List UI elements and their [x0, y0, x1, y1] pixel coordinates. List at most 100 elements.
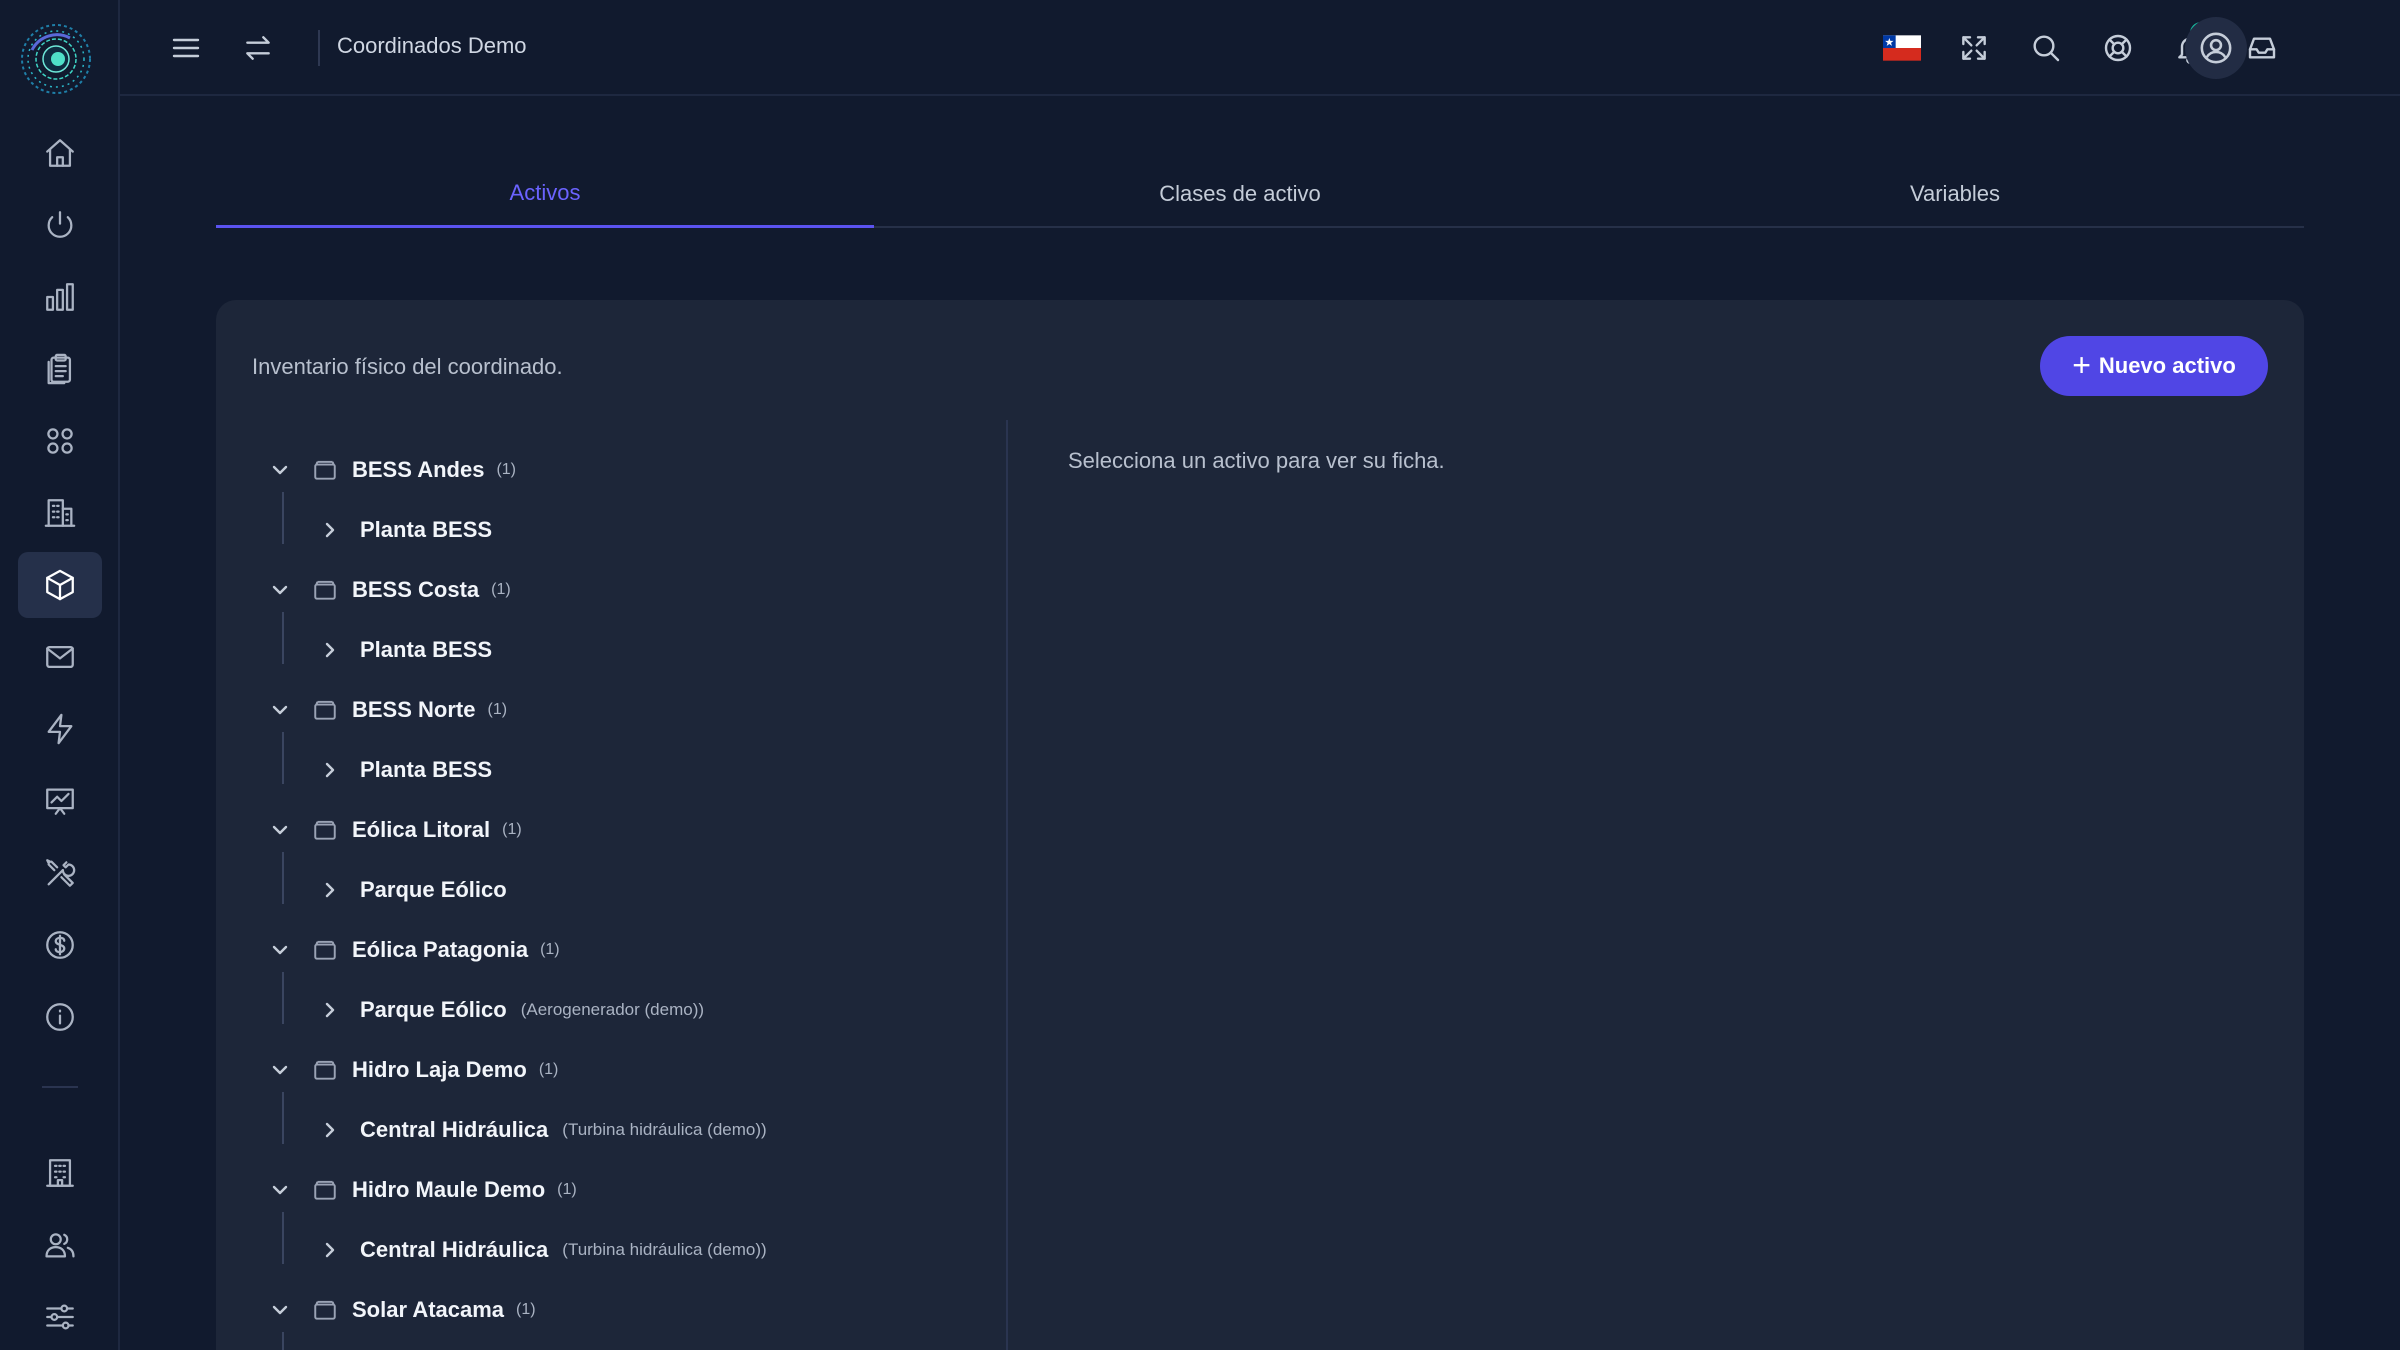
- tree-node-count: (1): [540, 941, 560, 958]
- plus-icon: +: [2072, 346, 2091, 383]
- nav-reports[interactable]: [18, 336, 102, 402]
- tree-node-parent[interactable]: BESS Costa (1): [268, 570, 511, 610]
- tree-child-class: (Aerogenerador (demo)): [520, 1000, 705, 1019]
- nav-buildings[interactable]: [18, 480, 102, 546]
- building-icon: [44, 499, 76, 527]
- chevron-down-icon[interactable]: [268, 1178, 298, 1202]
- tree-node-name: Hidro Maule Demo: [352, 1177, 546, 1202]
- search-button[interactable]: [2022, 24, 2070, 72]
- chevron-right-icon[interactable]: [318, 1118, 348, 1142]
- tree-node-count: (1): [557, 1181, 577, 1198]
- tree-node-count: (1): [491, 581, 511, 598]
- expand-icon: [1962, 36, 1986, 60]
- tree-node-parent[interactable]: Eólica Patagonia (1): [268, 930, 560, 970]
- help-button[interactable]: [2094, 24, 2142, 72]
- tab-activos[interactable]: Activos: [216, 160, 874, 228]
- chevron-down-icon[interactable]: [268, 938, 298, 962]
- chevron-right-icon[interactable]: [318, 998, 348, 1022]
- tree-guide-line: [282, 972, 284, 1024]
- presentation-chart-icon: [46, 788, 74, 815]
- hamburger-icon: [172, 38, 200, 58]
- tree-node-parent[interactable]: Hidro Maule Demo (1): [268, 1170, 577, 1210]
- nav-energy[interactable]: [18, 696, 102, 762]
- chevron-down-icon[interactable]: [268, 698, 298, 722]
- bar-chart-icon: [46, 283, 74, 311]
- tree-node-child[interactable]: Planta BESS: [318, 630, 492, 670]
- tree-child-name: Planta BESS: [360, 757, 493, 782]
- tree-node-child[interactable]: Central Hidráulica (Turbina hidráulica (d…: [318, 1110, 767, 1150]
- chevron-right-icon[interactable]: [318, 1238, 348, 1262]
- lifebuoy-icon: [2104, 34, 2132, 62]
- nav-info[interactable]: [18, 984, 102, 1050]
- chevron-down-icon[interactable]: [268, 818, 298, 842]
- tree-guide-line: [282, 612, 284, 664]
- tree-node-parent[interactable]: Solar Atacama (1): [268, 1290, 536, 1330]
- nav-apps[interactable]: [18, 408, 102, 474]
- tree-guide-line: [282, 1212, 284, 1264]
- tree-node-count: (1): [502, 821, 522, 838]
- app-logo-icon[interactable]: [18, 18, 94, 100]
- nav-tools[interactable]: [18, 840, 102, 906]
- tree-node-name: BESS Norte: [352, 697, 476, 722]
- asset-group-icon: [312, 817, 338, 843]
- page-title: Coordinados Demo: [337, 33, 527, 58]
- office-building-icon: [46, 1159, 74, 1187]
- nav-power[interactable]: [18, 192, 102, 258]
- nav-users[interactable]: [18, 1212, 102, 1278]
- tree-child-name: Planta BESS: [360, 517, 493, 542]
- panel-divider: [1006, 420, 1008, 1350]
- asset-group-icon: [312, 1057, 338, 1083]
- tree-child-name: Central Hidráulica: [360, 1117, 549, 1142]
- top-header: Coordinados Demo 1: [120, 0, 2400, 96]
- asset-tree: BESS Andes (1) Planta BESS BESS Costa (1) Pla…: [216, 300, 1006, 1350]
- menu-toggle-button[interactable]: [162, 24, 210, 72]
- lightning-icon: [47, 713, 73, 745]
- tree-node-child[interactable]: Planta BESS: [318, 510, 492, 550]
- language-selector[interactable]: [1878, 24, 1926, 72]
- nav-messages[interactable]: [18, 624, 102, 690]
- asset-group-icon: [312, 697, 338, 723]
- tree-node-parent[interactable]: BESS Norte (1): [268, 690, 507, 730]
- info-icon: [46, 1003, 74, 1031]
- switch-coordinado-button[interactable]: [234, 24, 282, 72]
- chevron-down-icon[interactable]: [268, 1058, 298, 1082]
- user-menu-button[interactable]: [2185, 17, 2247, 79]
- nav-settings[interactable]: [18, 1284, 102, 1350]
- nav-assets[interactable]: [18, 552, 102, 618]
- tree-node-parent[interactable]: Eólica Litoral (1): [268, 810, 522, 850]
- chevron-right-icon[interactable]: [318, 878, 348, 902]
- sidebar: [0, 0, 120, 1350]
- nav-finance[interactable]: [18, 912, 102, 978]
- tab-clases-de-activo[interactable]: Clases de activo: [874, 160, 1606, 228]
- tree-node-child[interactable]: Planta BESS: [318, 750, 492, 790]
- tree-child-name: Planta BESS: [360, 637, 493, 662]
- header-divider: [318, 30, 320, 66]
- asset-group-icon: [312, 937, 338, 963]
- new-asset-button[interactable]: + Nuevo activo: [2040, 336, 2268, 396]
- swap-arrows-icon: [246, 36, 270, 60]
- tree-node-parent[interactable]: Hidro Laja Demo (1): [268, 1050, 558, 1090]
- chevron-right-icon[interactable]: [318, 638, 348, 662]
- chevron-down-icon[interactable]: [268, 1298, 298, 1322]
- clipboard-icon: [47, 353, 72, 385]
- tree-node-child[interactable]: Parque Eólico: [318, 870, 507, 910]
- tab-variables[interactable]: Variables: [1606, 160, 2304, 228]
- tree-node-parent[interactable]: BESS Andes (1): [268, 450, 516, 490]
- tree-child-class: (Turbina hidráulica (demo)): [562, 1120, 767, 1139]
- nav-organization[interactable]: [18, 1140, 102, 1206]
- tree-child-name: Parque Eólico: [360, 997, 507, 1022]
- fullscreen-button[interactable]: [1950, 24, 1998, 72]
- nav-home[interactable]: [18, 120, 102, 186]
- chevron-right-icon[interactable]: [318, 518, 348, 542]
- chevron-down-icon[interactable]: [268, 578, 298, 602]
- tree-node-child[interactable]: Parque Eólico (Aerogenerador (demo)): [318, 990, 704, 1030]
- user-avatar-icon: [2200, 32, 2232, 64]
- chevron-right-icon[interactable]: [318, 758, 348, 782]
- tree-node-count: (1): [487, 701, 508, 718]
- tree-node-child[interactable]: Central Hidráulica (Turbina hidráulica (d…: [318, 1230, 767, 1270]
- tree-guide-line: [282, 1092, 284, 1144]
- chevron-down-icon[interactable]: [268, 458, 298, 482]
- nav-charts[interactable]: [18, 264, 102, 330]
- nav-presentations[interactable]: [18, 768, 102, 834]
- grid-circles-icon: [47, 428, 73, 454]
